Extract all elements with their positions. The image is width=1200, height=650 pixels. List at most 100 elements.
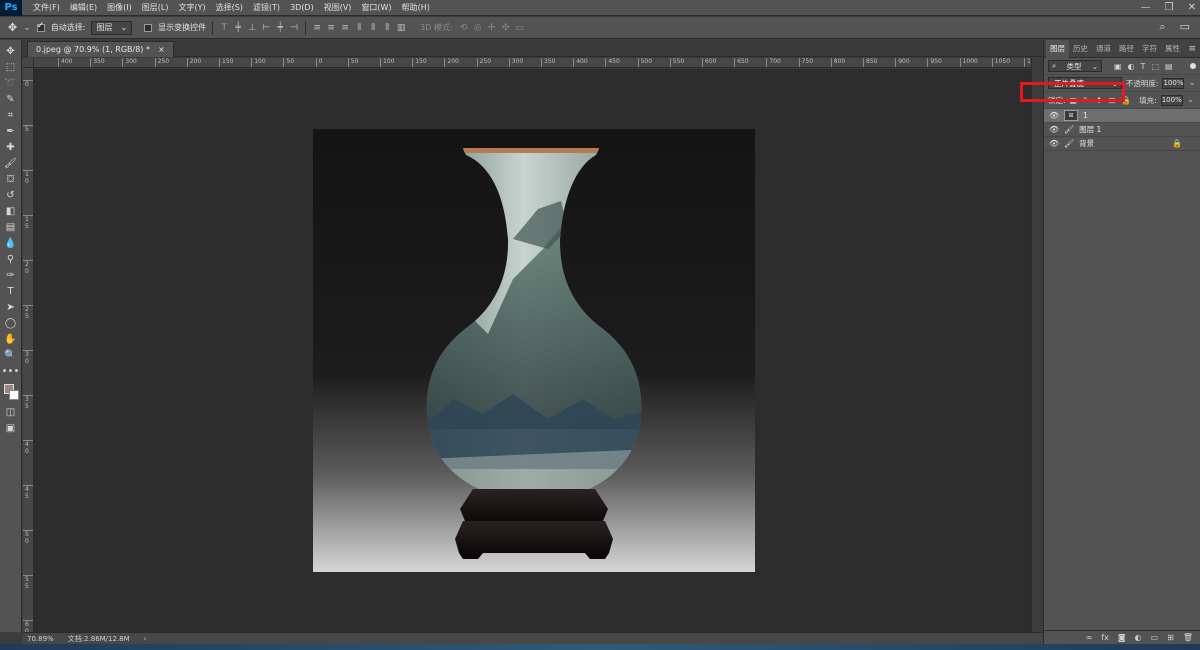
color-swatches[interactable]: [2, 382, 20, 404]
status-menu-icon[interactable]: ›: [144, 635, 147, 643]
tab-layers[interactable]: 图层: [1046, 39, 1069, 58]
eyedropper-tool-icon[interactable]: ✒: [3, 124, 19, 139]
auto-select-dropdown[interactable]: 图层 ⌄: [91, 20, 133, 35]
move-tool-icon[interactable]: ✥: [8, 21, 17, 34]
delete-layer-icon[interactable]: 🗑: [1183, 633, 1193, 642]
eraser-tool-icon[interactable]: ◧: [3, 204, 19, 219]
auto-select-checkbox[interactable]: [36, 21, 45, 32]
minimize-button[interactable]: —: [1141, 0, 1151, 16]
zoom-level[interactable]: 70.89%: [27, 635, 54, 643]
auto-align-icon[interactable]: ▥: [396, 23, 406, 33]
menu-window[interactable]: 窗口(W): [356, 2, 396, 13]
vertical-ruler[interactable]: 0 5 1 0 1 5 2 0 2 5 3 0 3 5 4 0 4 5 5 0 5 5 6 0: [23, 68, 34, 632]
move-tool-icon[interactable]: ✥: [3, 44, 19, 59]
history-brush-tool-icon[interactable]: ↺: [3, 188, 19, 203]
marquee-tool-icon[interactable]: ⬚: [3, 60, 19, 75]
layer-kind-filter[interactable]: ⌕ 类型 ⌄: [1048, 60, 1102, 72]
hand-tool-icon[interactable]: ✋: [3, 332, 19, 347]
eye-icon[interactable]: 👁: [1049, 111, 1059, 120]
distribute-right-icon[interactable]: ⫴: [382, 23, 392, 33]
new-adjustment-icon[interactable]: ◐: [1135, 633, 1142, 642]
brush-tool-icon[interactable]: 🖌: [3, 156, 19, 171]
pixel-filter-icon[interactable]: ▣: [1114, 62, 1122, 71]
menu-select[interactable]: 选择(S): [211, 2, 248, 13]
menu-layer[interactable]: 图层(L): [137, 2, 174, 13]
align-left-icon[interactable]: ⊢: [261, 23, 271, 33]
canvas-workspace[interactable]: [34, 69, 1031, 632]
healing-brush-tool-icon[interactable]: ✚: [3, 140, 19, 155]
filter-toggle[interactable]: [1190, 63, 1196, 69]
menu-edit[interactable]: 编辑(E): [65, 2, 102, 13]
distribute-hcenter-icon[interactable]: ⫴: [368, 23, 378, 33]
crop-tool-icon[interactable]: ⌗: [3, 108, 19, 123]
vase-image[interactable]: [313, 129, 755, 572]
add-mask-icon[interactable]: ◙: [1118, 633, 1126, 642]
menu-help[interactable]: 帮助(H): [397, 2, 435, 13]
ellipse-tool-icon[interactable]: ◯: [3, 316, 19, 331]
align-top-icon[interactable]: ⊤: [219, 23, 229, 33]
clone-stamp-tool-icon[interactable]: ⛋: [3, 172, 19, 187]
document-tab[interactable]: 0.jpeg @ 70.9% (1, RGB/8) * ×: [27, 41, 174, 57]
search-icon[interactable]: ⌕: [1159, 20, 1165, 34]
distribute-top-icon[interactable]: ≡: [312, 23, 322, 33]
workspace-switcher-icon[interactable]: ▭: [1180, 20, 1190, 34]
gradient-tool-icon[interactable]: ▤: [3, 220, 19, 235]
3d-roll-icon[interactable]: ◎: [473, 23, 483, 33]
quick-select-tool-icon[interactable]: ✎: [3, 92, 19, 107]
show-transform-checkbox[interactable]: [144, 23, 153, 32]
align-bottom-icon[interactable]: ⊥: [247, 23, 257, 33]
distribute-left-icon[interactable]: ⫴: [354, 23, 364, 33]
opacity-field[interactable]: 100%: [1162, 77, 1185, 89]
chevron-down-icon[interactable]: ⌄: [1188, 78, 1196, 88]
lasso-tool-icon[interactable]: ➰: [3, 76, 19, 91]
type-tool-icon[interactable]: T: [3, 284, 19, 299]
menu-file[interactable]: 文件(F): [28, 2, 65, 13]
layer-row[interactable]: 👁 🖌 背景 🔒: [1044, 137, 1200, 151]
tab-character[interactable]: 字符: [1138, 40, 1161, 58]
restore-button[interactable]: ❐: [1165, 0, 1174, 16]
3d-drag-icon[interactable]: ✢: [487, 23, 497, 33]
close-tab-icon[interactable]: ×: [158, 45, 165, 54]
blur-tool-icon[interactable]: 💧: [3, 236, 19, 251]
path-select-tool-icon[interactable]: ➤: [3, 300, 19, 315]
smart-object-filter-icon[interactable]: ▤: [1165, 62, 1173, 71]
tool-preset-dropdown-icon[interactable]: ⌄: [23, 23, 31, 33]
layer-style-icon[interactable]: fx: [1101, 633, 1109, 642]
3d-rotate-icon[interactable]: ⟲: [459, 23, 469, 33]
eye-icon[interactable]: 👁: [1049, 125, 1059, 134]
link-layers-icon[interactable]: ∞: [1086, 633, 1093, 642]
tab-paths[interactable]: 路径: [1115, 40, 1138, 58]
quick-mask-icon[interactable]: ◫: [3, 405, 19, 420]
tab-history[interactable]: 历史: [1069, 40, 1092, 58]
shape-filter-icon[interactable]: ⬚: [1151, 62, 1159, 71]
close-window-button[interactable]: ✕: [1188, 0, 1196, 16]
distribute-vcenter-icon[interactable]: ≡: [326, 23, 336, 33]
align-hcenter-icon[interactable]: ┿: [275, 23, 285, 33]
panel-menu-icon[interactable]: ≡: [1188, 44, 1196, 54]
align-right-icon[interactable]: ⊣: [289, 23, 299, 33]
align-vcenter-icon[interactable]: ╪: [233, 23, 243, 33]
horizontal-ruler[interactable]: 400 350 300 250 200 150 100 50 0 50 100 150 200 250 30…: [34, 58, 1031, 68]
more-tools-icon[interactable]: •••: [2, 364, 20, 379]
chevron-down-icon[interactable]: ⌄: [1187, 95, 1195, 105]
type-filter-icon[interactable]: T: [1141, 62, 1146, 71]
distribute-bottom-icon[interactable]: ≡: [340, 23, 350, 33]
vertical-scrollbar[interactable]: [1031, 58, 1043, 632]
adjustment-filter-icon[interactable]: ◐: [1128, 62, 1135, 71]
menu-filter[interactable]: 滤镜(T): [248, 2, 285, 13]
new-group-icon[interactable]: ▭: [1151, 633, 1159, 642]
tab-channels[interactable]: 通道: [1092, 40, 1115, 58]
zoom-tool-icon[interactable]: 🔍: [3, 348, 19, 363]
dodge-tool-icon[interactable]: ⚲: [3, 252, 19, 267]
background-color-swatch[interactable]: [8, 390, 19, 400]
menu-view[interactable]: 视图(V): [319, 2, 357, 13]
fill-field[interactable]: 100%: [1160, 94, 1183, 106]
pen-tool-icon[interactable]: ✑: [3, 268, 19, 283]
eye-icon[interactable]: 👁: [1049, 139, 1059, 148]
new-layer-icon[interactable]: ⊞: [1167, 633, 1174, 642]
menu-type[interactable]: 文字(Y): [173, 2, 210, 13]
3d-slide-icon[interactable]: ✣: [501, 23, 511, 33]
ruler-origin[interactable]: [23, 58, 34, 68]
menu-image[interactable]: 图像(I): [102, 2, 137, 13]
layer-row[interactable]: 👁 ⊞ 1: [1044, 109, 1200, 123]
